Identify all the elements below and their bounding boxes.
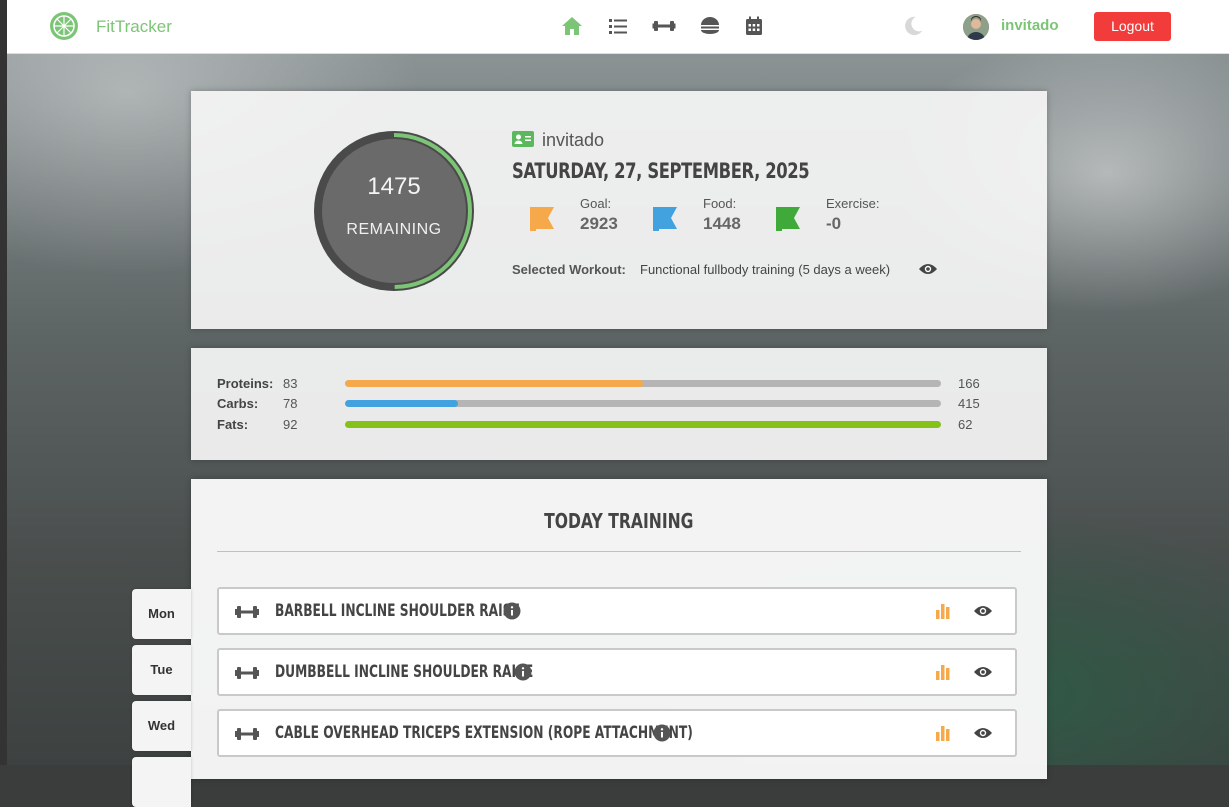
dumbbell-icon — [235, 606, 259, 618]
view-exercise-eye-icon[interactable] — [973, 726, 993, 740]
view-workout-eye-icon[interactable] — [918, 262, 938, 276]
info-icon[interactable] — [503, 602, 521, 620]
brand-name[interactable]: FitTracker — [96, 17, 172, 37]
username-link[interactable]: invitado — [1001, 17, 1059, 34]
fats-bar-fill — [345, 421, 941, 428]
proteins-bar-fill — [345, 380, 643, 387]
bar-chart-icon[interactable] — [935, 603, 951, 619]
macros-card: Proteins: 83 166 Carbs: 78 415 Fats: 92 … — [191, 348, 1047, 460]
section-divider — [217, 551, 1021, 552]
selected-workout-label: Selected Workout: — [512, 262, 626, 277]
bar-chart-icon[interactable] — [935, 725, 951, 741]
remaining-calories-label: REMAINING — [346, 221, 442, 238]
calendar-icon[interactable] — [742, 14, 766, 38]
exercise-name: Barbell Incline Shoulder Raise — [275, 601, 520, 621]
remaining-calories-value: 1475 — [367, 173, 421, 200]
view-exercise-eye-icon[interactable] — [973, 604, 993, 618]
fats-label: Fats: — [217, 417, 249, 432]
today-training-title: Today Training — [191, 509, 1047, 533]
food-icon[interactable] — [698, 14, 722, 38]
current-date: Saturday, 27, September, 2025 — [512, 159, 810, 183]
fats-bar — [345, 421, 941, 428]
dumbbell-icon — [235, 728, 259, 740]
id-card-icon — [512, 131, 534, 147]
goal-flag-icon — [530, 207, 554, 231]
window-edge — [0, 0, 7, 765]
logout-button[interactable]: Logout — [1094, 12, 1171, 41]
carbs-label: Carbs: — [217, 396, 259, 411]
daily-summary-card: 1475 REMAINING invitado Saturday, 27, Se… — [191, 91, 1047, 329]
food-label: Food: — [703, 196, 737, 211]
carbs-bar-fill — [345, 400, 459, 407]
today-training-title-text: Today Training — [544, 509, 694, 533]
exercise-value: -0 — [826, 214, 842, 233]
proteins-value: 83 — [283, 376, 298, 391]
day-tab-mon[interactable]: Mon — [132, 589, 191, 639]
exercise-label: Exercise: — [826, 196, 880, 211]
avatar[interactable] — [963, 14, 989, 40]
dumbbell-icon — [235, 667, 259, 679]
info-icon[interactable] — [514, 663, 532, 681]
info-icon[interactable] — [653, 724, 671, 742]
dumbbell-icon[interactable] — [652, 14, 676, 38]
home-icon[interactable] — [560, 14, 584, 38]
exercise-row[interactable]: Cable Overhead Triceps Extension (Rope A… — [217, 709, 1017, 757]
goal-label: Goal: — [580, 196, 612, 211]
proteins-label: Proteins: — [217, 376, 274, 391]
carbs-value: 78 — [283, 396, 298, 411]
exercise-flag-icon — [776, 207, 800, 231]
top-navbar: FitTracker invitado Logout — [7, 0, 1229, 54]
food-value: 1448 — [703, 214, 741, 233]
exercise-row[interactable]: Dumbbell Incline Shoulder Raise — [217, 648, 1017, 696]
view-exercise-eye-icon[interactable] — [973, 665, 993, 679]
profile-name: invitado — [542, 130, 605, 150]
selected-workout-value: Functional fullbody training (5 days a w… — [640, 262, 891, 277]
carbs-bar — [345, 400, 941, 407]
today-training-card: Today Training Barbell Incline Shoulder … — [191, 479, 1047, 779]
exercise-name: Cable Overhead Triceps Extension (Rope A… — [275, 723, 693, 743]
carbs-max: 415 — [958, 396, 980, 411]
fats-value: 92 — [283, 417, 298, 432]
day-tab-tue[interactable]: Tue — [132, 645, 191, 695]
bar-chart-icon[interactable] — [935, 664, 951, 680]
proteins-max: 166 — [958, 376, 980, 391]
calories-remaining-ring — [314, 131, 474, 291]
moon-icon[interactable] — [902, 15, 924, 37]
exercise-name: Dumbbell Incline Shoulder Raise — [275, 662, 534, 682]
fats-max: 62 — [958, 417, 973, 432]
goal-value: 2923 — [580, 214, 618, 233]
proteins-bar — [345, 380, 941, 387]
logo-icon[interactable] — [49, 11, 79, 41]
list-icon[interactable] — [606, 14, 630, 38]
exercise-row[interactable]: Barbell Incline Shoulder Raise — [217, 587, 1017, 635]
day-tab-wed[interactable]: Wed — [132, 701, 191, 751]
food-flag-icon — [653, 207, 677, 231]
